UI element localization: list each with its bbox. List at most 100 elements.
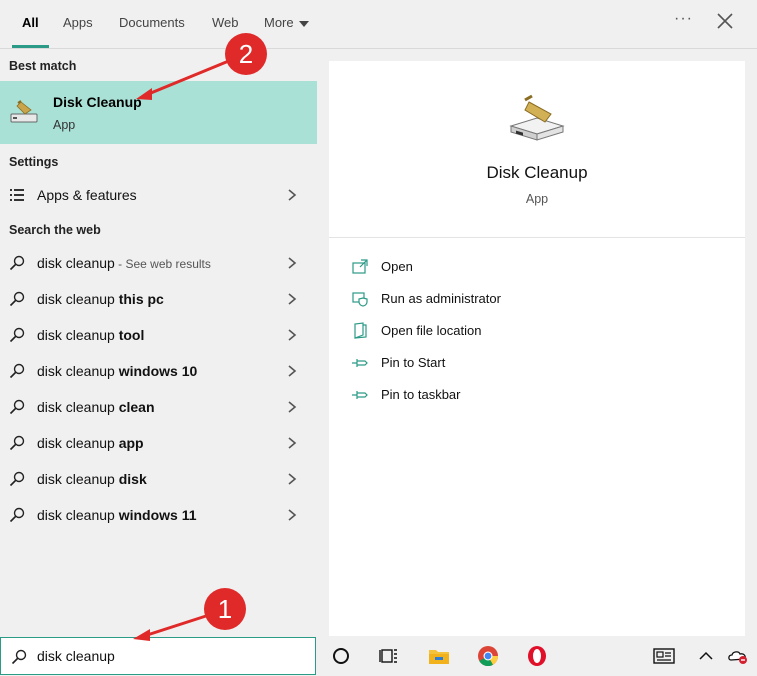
- search-icon: [9, 255, 25, 271]
- annotation-badge-2: 2: [225, 33, 267, 75]
- suggestion-bold: this pc: [118, 291, 164, 307]
- suggestion-prefix: disk cleanup: [37, 471, 119, 487]
- chevron-right-icon[interactable]: [286, 400, 298, 414]
- action-pin-to-start[interactable]: Pin to Start: [351, 351, 731, 375]
- search-input[interactable]: [37, 644, 297, 668]
- search-scope-tabs: All Apps Documents Web More ···: [0, 0, 757, 49]
- suggestion-prefix: disk cleanup: [37, 363, 119, 379]
- tab-more[interactable]: More: [264, 0, 309, 48]
- web-suggestion-row[interactable]: disk cleanup app: [0, 425, 317, 461]
- divider: [329, 237, 745, 238]
- chevron-down-icon: [298, 20, 309, 27]
- web-suggestion-row[interactable]: disk cleanup windows 10: [0, 353, 317, 389]
- tab-all[interactable]: All: [12, 0, 49, 48]
- best-match-header: Best match: [9, 59, 77, 73]
- search-icon: [9, 399, 25, 415]
- chevron-right-icon[interactable]: [286, 328, 298, 342]
- cortana-icon[interactable]: [330, 645, 352, 667]
- chevron-right-icon[interactable]: [286, 256, 298, 270]
- chevron-right-icon[interactable]: [286, 364, 298, 378]
- taskbar: [317, 637, 757, 676]
- web-suggestion-row[interactable]: disk cleanup this pc: [0, 281, 317, 317]
- suggestion-bold: app: [118, 435, 144, 451]
- action-label: Run as administrator: [381, 291, 501, 306]
- search-icon: [9, 327, 25, 343]
- action-pin-to-taskbar[interactable]: Pin to taskbar: [351, 383, 731, 407]
- disk-cleanup-icon: [10, 100, 38, 123]
- search-icon: [9, 291, 25, 307]
- suggestion-bold: clean: [118, 399, 155, 415]
- chevron-right-icon[interactable]: [286, 436, 298, 450]
- file-explorer-icon[interactable]: [428, 645, 450, 667]
- web-suggestion-text: disk cleanup windows 10: [37, 353, 197, 390]
- web-suggestion-row[interactable]: disk cleanup windows 11: [0, 497, 317, 533]
- more-options-icon[interactable]: ···: [674, 10, 693, 28]
- settings-apps-features[interactable]: Apps & features: [0, 177, 317, 213]
- action-label: Open file location: [381, 323, 482, 338]
- chrome-icon[interactable]: [477, 645, 499, 667]
- web-suggestion-text: disk cleanup app: [37, 425, 144, 462]
- preview-title: Disk Cleanup: [486, 163, 588, 182]
- settings-item-label: Apps & features: [37, 187, 137, 203]
- tab-web-label: Web: [212, 15, 239, 30]
- chevron-right-icon[interactable]: [286, 472, 298, 486]
- tab-documents-label: Documents: [119, 15, 185, 30]
- best-match-subtitle: App: [53, 118, 76, 132]
- suggestion-prefix: disk cleanup: [37, 291, 119, 307]
- web-suggestion-row[interactable]: disk cleanup - See web results: [0, 245, 317, 281]
- disk-cleanup-icon: [509, 94, 565, 141]
- tab-apps-label: Apps: [63, 15, 93, 30]
- tab-documents[interactable]: Documents: [119, 0, 185, 48]
- pin-icon: [352, 359, 368, 367]
- web-suggestion-row[interactable]: disk cleanup tool: [0, 317, 317, 353]
- open-icon: [352, 259, 368, 274]
- opera-icon[interactable]: [526, 645, 548, 667]
- results-list: Best match Disk Cleanup App Settings App…: [0, 49, 317, 636]
- suggestion-bold: tool: [118, 327, 145, 343]
- tab-all-label: All: [22, 15, 39, 30]
- tab-more-label: More: [264, 15, 294, 30]
- web-suggestion-text: disk cleanup windows 11: [37, 497, 197, 534]
- suggestion-prefix: disk cleanup: [37, 435, 119, 451]
- suggestion-prefix: disk cleanup: [37, 255, 115, 271]
- suggestion-bold: windows 10: [118, 363, 198, 379]
- web-suggestion-text: disk cleanup this pc: [37, 281, 164, 318]
- action-open-file-location[interactable]: Open file location: [351, 319, 731, 343]
- search-icon: [9, 471, 25, 487]
- search-icon: [9, 363, 25, 379]
- best-match-title: Disk Cleanup: [53, 94, 142, 110]
- web-suggestion-text: disk cleanup - See web results: [37, 245, 211, 282]
- suggestion-bold: disk: [118, 471, 147, 487]
- web-suggestion-row[interactable]: disk cleanup clean: [0, 389, 317, 425]
- chevron-up-icon[interactable]: [695, 645, 717, 667]
- suggestion-prefix: disk cleanup: [37, 507, 119, 523]
- news-icon[interactable]: [653, 645, 675, 667]
- task-view-icon[interactable]: [378, 645, 400, 667]
- search-icon: [9, 507, 25, 523]
- search-icon: [9, 435, 25, 451]
- tab-apps[interactable]: Apps: [63, 0, 93, 48]
- best-match-disk-cleanup[interactable]: Disk Cleanup App: [0, 81, 317, 144]
- web-suggestion-row[interactable]: disk cleanup disk: [0, 461, 317, 497]
- web-suggestion-text: disk cleanup disk: [37, 461, 147, 498]
- search-icon: [11, 649, 27, 665]
- action-label: Pin to taskbar: [381, 387, 461, 402]
- chevron-right-icon[interactable]: [286, 508, 298, 522]
- file-location-icon: [354, 322, 367, 339]
- action-open[interactable]: Open: [351, 255, 731, 279]
- preview-subtitle: App: [525, 192, 549, 206]
- action-label: Pin to Start: [381, 355, 446, 370]
- chevron-right-icon[interactable]: [286, 188, 298, 202]
- shield-icon: [352, 292, 368, 307]
- annotation-badge-1: 1: [204, 588, 246, 630]
- action-run-as-admin[interactable]: Run as administrator: [351, 287, 731, 311]
- close-icon[interactable]: [714, 10, 736, 32]
- action-label: Open: [381, 259, 413, 274]
- settings-header: Settings: [9, 155, 59, 169]
- onedrive-status-icon[interactable]: [727, 645, 749, 667]
- suggestion-bold: windows 11: [118, 507, 197, 523]
- web-suggestion-text: disk cleanup clean: [37, 389, 155, 426]
- suggestion-prefix: disk cleanup: [37, 399, 119, 415]
- chevron-right-icon[interactable]: [286, 292, 298, 306]
- suggestion-prefix: disk cleanup: [37, 327, 119, 343]
